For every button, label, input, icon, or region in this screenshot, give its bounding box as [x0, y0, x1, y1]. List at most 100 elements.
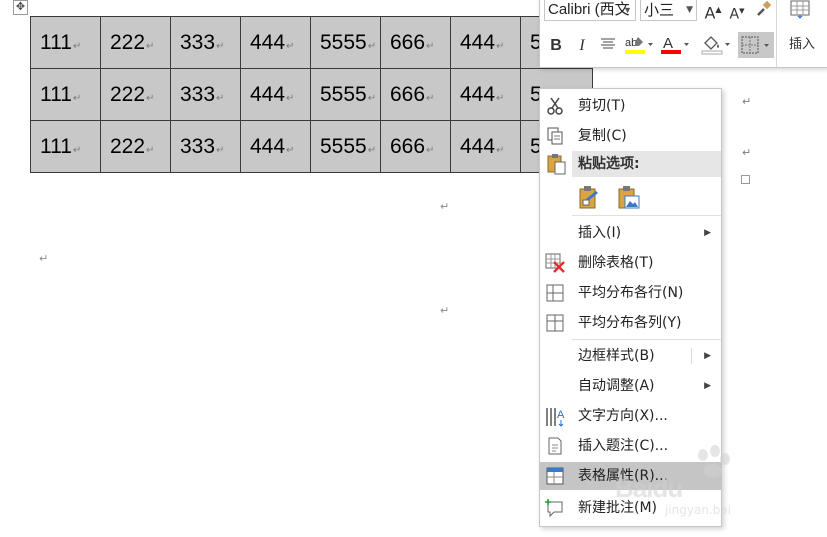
grow-font-button[interactable]: A▲ — [703, 0, 723, 23]
cell-end-mark: ↵ — [72, 40, 82, 52]
table-cell[interactable]: 5555↵ — [310, 68, 381, 121]
distribute-rows-icon — [545, 283, 565, 303]
cell-text: 444 — [250, 30, 286, 54]
table-cell[interactable]: 333↵ — [170, 16, 241, 69]
cell-end-mark: ↵ — [286, 92, 295, 104]
paragraph-mark: ↵ — [440, 304, 450, 317]
table-properties-icon — [545, 466, 565, 486]
paste-options-label: 粘贴选项: — [578, 156, 640, 172]
shrink-font-button[interactable]: A▼ — [728, 1, 746, 25]
caption-icon — [545, 436, 565, 456]
cell-text: 5555 — [320, 134, 367, 158]
cell-end-mark: ↵ — [367, 144, 377, 156]
cell-end-mark: ↵ — [367, 92, 377, 104]
chevron-right-icon: ▶ — [704, 228, 711, 238]
cell-end-mark: ↵ — [286, 40, 295, 52]
menu-item-label: 插入题注(C)... — [578, 438, 669, 454]
menu-item-distribute-cols[interactable]: 平均分布各列(Y) — [540, 309, 721, 337]
brush-icon — [757, 0, 772, 16]
table-cell[interactable]: 444↵ — [240, 68, 311, 121]
table-cell[interactable]: 444↵ — [450, 16, 521, 69]
table-cell[interactable]: 222↵ — [100, 120, 171, 173]
insert-label[interactable]: 插入 — [784, 35, 820, 55]
table-cell[interactable]: 5555↵ — [310, 16, 381, 69]
cell-text: 444 — [460, 134, 496, 158]
delete-table-icon — [545, 253, 565, 273]
menu-item-copy[interactable]: 复制(C) — [540, 122, 721, 150]
table-cell[interactable]: 333↵ — [170, 120, 241, 173]
cell-text: 111 — [40, 134, 72, 158]
cell-end-mark: ↵ — [216, 92, 225, 104]
document-table[interactable]: 111↵ 222↵ 333↵ 444↵ 5555↵ 666↵ 444↵ 5 111↵ 222↵ 33… — [30, 16, 593, 173]
paste-as-picture-button[interactable] — [617, 185, 641, 211]
table-cell[interactable]: 222↵ — [100, 16, 171, 69]
font-size-value: 小三 — [644, 1, 675, 19]
cell-end-mark: ↵ — [286, 144, 295, 156]
cell-text: 444 — [460, 30, 496, 54]
table-cell[interactable]: 666↵ — [380, 120, 451, 173]
clipboard-icon — [545, 153, 567, 179]
cell-text: 111 — [40, 82, 72, 106]
menu-item-delete-table[interactable]: 删除表格(T) — [540, 249, 721, 277]
paste-keep-formatting-button[interactable] — [578, 185, 602, 211]
table-move-handle[interactable]: ✥ — [13, 0, 28, 15]
font-name-combo[interactable]: Calibri (西文 ▼ — [544, 0, 636, 21]
align-center-icon — [601, 38, 615, 49]
cell-end-mark: ↵ — [496, 40, 505, 52]
menu-item-insert-caption[interactable]: 插入题注(C)... — [540, 432, 721, 460]
table-cell[interactable]: 666↵ — [380, 16, 451, 69]
table-cell[interactable]: 5555↵ — [310, 120, 381, 173]
table-cell[interactable]: 444↵ — [450, 68, 521, 121]
chevron-down-icon: ▼ — [686, 5, 693, 15]
font-size-combo[interactable]: 小三 ▼ — [640, 0, 697, 21]
row-end-mark: ↵ — [742, 95, 752, 108]
borders-button[interactable] — [738, 32, 774, 58]
shading-button[interactable] — [700, 33, 732, 62]
italic-button[interactable]: I — [574, 36, 590, 56]
table-cell[interactable]: 444↵ — [450, 120, 521, 173]
font-color-button[interactable]: A — [660, 33, 690, 62]
table-cell[interactable]: 444↵ — [240, 120, 311, 173]
menu-item-label: 边框样式(B) — [578, 348, 655, 364]
cell-text: 666 — [390, 82, 426, 106]
table-cell[interactable]: 111↵ — [30, 16, 101, 69]
menu-item-label: 平均分布各列(Y) — [578, 315, 682, 331]
chevron-right-icon: ▶ — [704, 351, 711, 361]
table-resize-handle[interactable] — [741, 175, 750, 184]
menu-item-label: 文字方向(X)... — [578, 408, 668, 424]
menu-item-border-styles[interactable]: 边框样式(B) ▶ — [540, 342, 721, 370]
menu-item-new-comment[interactable]: 新建批注(M) — [540, 494, 721, 522]
table-row: 111↵ 222↵ 333↵ 444↵ 5555↵ 666↵ 444↵ 5 — [30, 16, 593, 69]
menu-item-label: 剪切(T) — [578, 98, 626, 114]
highlight-button[interactable]: ab — [624, 33, 654, 62]
insert-table-button[interactable] — [788, 0, 812, 21]
table-cell[interactable]: 111↵ — [30, 68, 101, 121]
cell-end-mark: ↵ — [426, 40, 435, 52]
table-cell[interactable]: 222↵ — [100, 68, 171, 121]
center-align-button[interactable] — [598, 36, 618, 56]
table-cell[interactable]: 444↵ — [240, 16, 311, 69]
menu-item-text-direction[interactable]: A 文字方向(X)... — [540, 402, 721, 430]
row-end-mark: ↵ — [742, 146, 752, 159]
bold-button[interactable]: B — [548, 36, 564, 56]
paragraph-mark: ↵ — [440, 200, 450, 213]
menu-item-distribute-rows[interactable]: 平均分布各行(N) — [540, 279, 721, 307]
menu-item-table-properties[interactable]: 表格属性(R)... — [540, 462, 721, 490]
table-grid-icon — [790, 0, 810, 19]
table-cell[interactable]: 666↵ — [380, 68, 451, 121]
table-cell[interactable]: 111↵ — [30, 120, 101, 173]
cell-end-mark: ↵ — [216, 144, 225, 156]
menu-item-label: 复制(C) — [578, 128, 627, 144]
cell-end-mark: ↵ — [146, 92, 155, 104]
scissors-icon — [545, 96, 565, 116]
menu-separator — [572, 339, 721, 340]
format-painter-button[interactable] — [754, 0, 774, 23]
cell-text: 222 — [110, 30, 146, 54]
context-menu: 剪切(T) 复制(C) 粘贴选项: 插入(I) ▶ 删除表格(T) 平均分布各行… — [539, 88, 722, 527]
table-cell[interactable]: 333↵ — [170, 68, 241, 121]
menu-item-autofit[interactable]: 自动调整(A) ▶ — [540, 372, 721, 400]
cell-text: 444 — [460, 82, 496, 106]
menu-item-cut[interactable]: 剪切(T) — [540, 92, 721, 120]
new-comment-icon — [545, 498, 565, 518]
menu-item-insert[interactable]: 插入(I) ▶ — [540, 219, 721, 247]
